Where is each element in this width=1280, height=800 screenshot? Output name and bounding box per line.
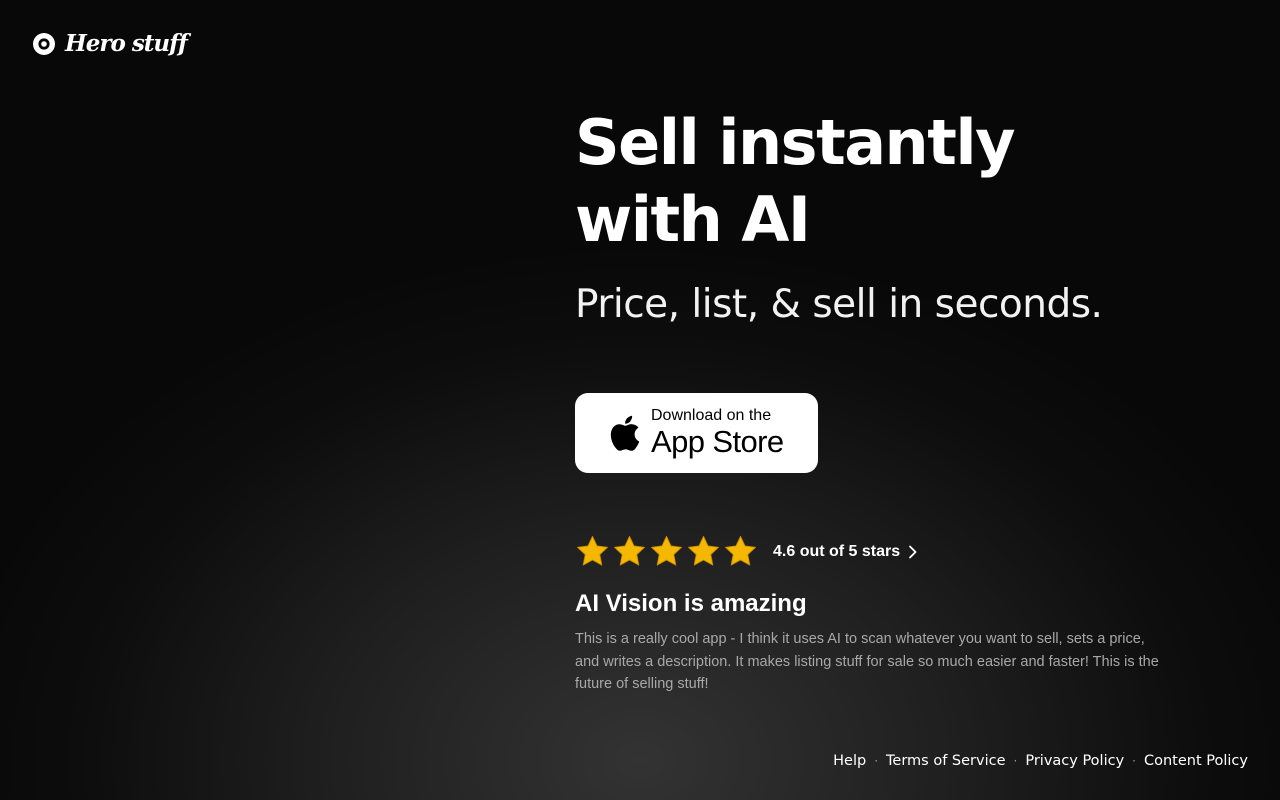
star-rating [575, 534, 760, 569]
hero-headline: Sell instantly with AI [575, 104, 1215, 258]
chevron-right-icon [909, 545, 917, 558]
review-title: AI Vision is amazing [575, 590, 807, 617]
footer-link-privacy[interactable]: Privacy Policy [1025, 750, 1124, 772]
hero-subheadline: Price, list, & sell in seconds. [575, 282, 1103, 327]
app-store-button[interactable]: Download on the App Store [575, 393, 818, 473]
star-icon [577, 535, 608, 566]
brand-logo[interactable]: Hero stuff [32, 30, 188, 58]
footer-link-terms[interactable]: Terms of Service [886, 750, 1005, 772]
brand-name: Hero stuff [65, 30, 188, 57]
star-icon [688, 535, 719, 566]
rating-text: 4.6 out of 5 stars [773, 542, 901, 560]
footer-separator: · [1013, 754, 1018, 768]
apple-icon [610, 415, 640, 451]
rating-link[interactable]: 4.6 out of 5 stars [575, 534, 918, 569]
review-body: This is a really cool app - I think it u… [575, 631, 1159, 692]
footer-separator: · [874, 754, 879, 768]
hero-headline-line-2: with AI [575, 183, 811, 256]
app-store-button-text: Download on the App Store [651, 407, 784, 459]
eye-ring-icon [33, 33, 55, 55]
app-store-big-label: App Store [651, 424, 784, 459]
footer-link-content-policy[interactable]: Content Policy [1144, 750, 1248, 772]
footer-separator: · [1132, 754, 1136, 768]
star-icon [614, 535, 645, 566]
footer-nav: Help · Terms of Service · Privacy Policy… [833, 750, 1248, 772]
app-store-small-label: Download on the [651, 407, 772, 424]
hero-section: Sell instantly with AI Price, list, & se… [575, 104, 1215, 330]
star-icon [725, 535, 756, 566]
footer-link-help[interactable]: Help [833, 750, 866, 772]
hero-headline-line-1: Sell instantly [575, 106, 1016, 179]
star-icon [651, 535, 682, 566]
